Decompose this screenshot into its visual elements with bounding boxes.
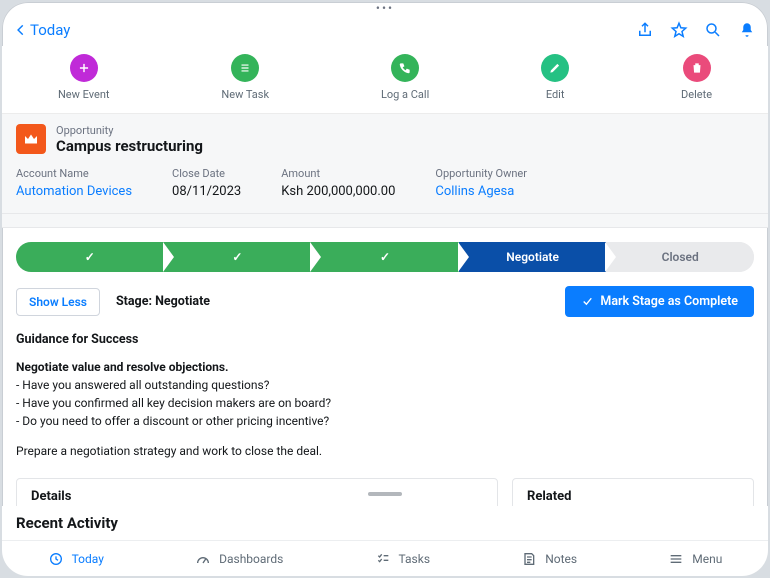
edit-button[interactable]: Edit	[541, 54, 569, 101]
stage-path[interactable]: ✓ ✓ ✓ Negotiate Closed	[16, 242, 754, 272]
tab-today[interactable]: Today	[48, 551, 104, 567]
stage-done-2[interactable]: ✓	[164, 242, 312, 272]
tab-tasks[interactable]: Tasks	[375, 551, 431, 567]
status-bar: •••	[2, 2, 768, 14]
object-label: Opportunity	[56, 124, 203, 137]
tab-label: Tasks	[399, 552, 431, 566]
stage-text: Stage: Negotiate	[116, 294, 210, 309]
share-icon[interactable]	[636, 21, 654, 39]
chevron-left-icon	[14, 23, 28, 37]
field-close-date: Close Date 08/11/2023	[172, 167, 241, 199]
plus-icon	[77, 61, 91, 75]
guidance-bullet: - Have you answered all outstanding ques…	[16, 376, 754, 394]
field-value-link[interactable]: Collins Agesa	[435, 184, 527, 199]
list-icon	[238, 61, 252, 75]
new-task-button[interactable]: New Task	[221, 54, 269, 101]
tasks-icon	[375, 551, 391, 567]
show-less-button[interactable]: Show Less	[16, 288, 100, 316]
tab-label: Menu	[692, 552, 722, 566]
search-icon[interactable]	[704, 21, 722, 39]
notes-icon	[521, 551, 537, 567]
star-icon[interactable]	[670, 21, 688, 39]
guidance-title: Negotiate value and resolve objections.	[16, 358, 754, 376]
field-value-link[interactable]: Automation Devices	[16, 184, 132, 199]
stage-current[interactable]: Negotiate	[459, 242, 607, 272]
tab-dashboards[interactable]: Dashboards	[195, 551, 283, 567]
record-header: Opportunity Campus restructuring Account…	[2, 114, 768, 214]
stage-closed[interactable]: Closed	[606, 242, 754, 272]
field-label: Amount	[281, 167, 395, 180]
stage-row: Show Less Stage: Negotiate Mark Stage as…	[16, 286, 754, 317]
quick-action-label: New Task	[221, 88, 269, 101]
log-call-button[interactable]: Log a Call	[381, 54, 429, 101]
opportunity-icon	[16, 124, 46, 154]
section-divider	[2, 214, 768, 228]
stage-label: Closed	[662, 250, 699, 264]
stage-done-3[interactable]: ✓	[311, 242, 459, 272]
tab-label: Dashboards	[219, 552, 283, 566]
gauge-icon	[195, 551, 211, 567]
phone-icon	[398, 61, 412, 75]
tab-label: Notes	[545, 552, 577, 566]
quick-action-label: Edit	[546, 88, 565, 101]
top-actions	[636, 21, 756, 39]
pencil-icon	[548, 61, 562, 75]
button-label: Mark Stage as Complete	[600, 294, 738, 309]
tab-notes[interactable]: Notes	[521, 551, 577, 567]
field-value: 08/11/2023	[172, 184, 241, 199]
check-icon: ✓	[85, 250, 95, 264]
check-icon: ✓	[232, 250, 242, 264]
guidance-section: Guidance for Success Negotiate value and…	[16, 331, 754, 460]
stage-done-1[interactable]: ✓	[16, 242, 164, 272]
back-label: Today	[30, 21, 70, 39]
guidance-bullet: - Have you confirmed all key decision ma…	[16, 394, 754, 412]
field-owner: Opportunity Owner Collins Agesa	[435, 167, 527, 199]
stage-label: Negotiate	[506, 250, 559, 264]
new-event-button[interactable]: New Event	[58, 54, 110, 101]
record-name: Campus restructuring	[56, 137, 203, 155]
field-label: Account Name	[16, 167, 132, 180]
check-icon: ✓	[380, 250, 390, 264]
field-account-name: Account Name Automation Devices	[16, 167, 132, 199]
drag-handle[interactable]	[368, 492, 402, 496]
clock-icon	[48, 551, 64, 567]
recent-activity-heading[interactable]: Recent Activity	[2, 506, 768, 540]
tab-menu[interactable]: Menu	[668, 551, 722, 567]
bell-icon[interactable]	[738, 21, 756, 39]
guidance-heading: Guidance for Success	[16, 331, 754, 350]
quick-actions-bar: New Event New Task Log a Call Edit Delet…	[2, 46, 768, 114]
field-label: Opportunity Owner	[435, 167, 527, 180]
field-value: Ksh 200,000,000.00	[281, 184, 395, 199]
field-amount: Amount Ksh 200,000,000.00	[281, 167, 395, 199]
guidance-bullet: - Do you need to offer a discount or oth…	[16, 412, 754, 430]
quick-action-label: Log a Call	[381, 88, 429, 101]
quick-action-label: Delete	[681, 88, 712, 101]
check-icon	[581, 295, 594, 308]
top-bar: Today	[2, 14, 768, 46]
tab-label: Today	[72, 552, 104, 566]
field-label: Close Date	[172, 167, 241, 180]
bottom-tabbar: Today Dashboards Tasks Notes Menu	[2, 540, 768, 576]
guidance-footer: Prepare a negotiation strategy and work …	[16, 442, 754, 460]
mark-complete-button[interactable]: Mark Stage as Complete	[565, 286, 754, 317]
delete-button[interactable]: Delete	[681, 54, 712, 101]
back-button[interactable]: Today	[14, 21, 70, 39]
menu-icon	[668, 551, 684, 567]
trash-icon	[690, 61, 704, 75]
quick-action-label: New Event	[58, 88, 110, 101]
